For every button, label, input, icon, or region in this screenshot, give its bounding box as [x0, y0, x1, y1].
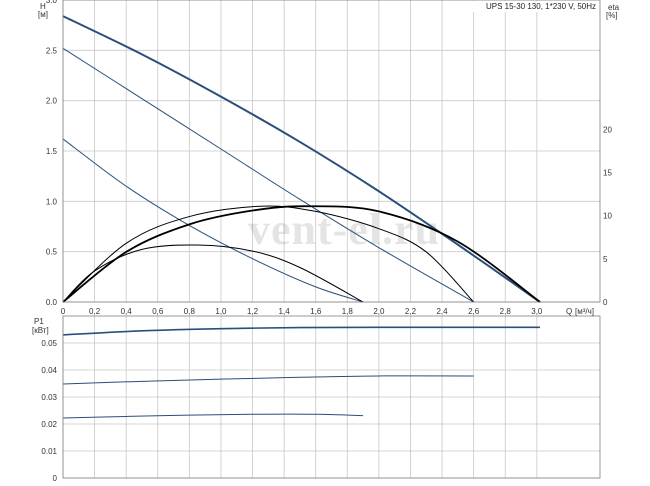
- x-tick-label: 1,0: [215, 307, 227, 316]
- x-tick-label: 1,2: [247, 307, 259, 316]
- y-tick-label-eta: 5: [603, 255, 608, 264]
- head-curve-2: [62, 47, 474, 303]
- y-axis-unit-p1: [кВт]: [32, 326, 49, 335]
- y-tick-label-p1: 0.03: [41, 393, 57, 402]
- power-curve-1: [62, 326, 540, 336]
- y-tick-label-h: 0.0: [46, 298, 58, 307]
- y-tick-label-p1: 0: [53, 474, 58, 483]
- head-and-efficiency-curves: [62, 15, 541, 303]
- chart-title: UPS 15-30 130, 1*230 V, 50Hz: [486, 2, 596, 11]
- y-tick-label-p1: 0.05: [41, 339, 57, 348]
- y-tick-label-p1: 0.02: [41, 420, 57, 429]
- y-tick-label-h: 0.5: [46, 248, 58, 257]
- x-tick-label: 1,8: [342, 307, 354, 316]
- y-tick-label-h: 1.0: [46, 197, 58, 206]
- y-tick-label-h: 2.0: [46, 97, 58, 106]
- head-curve-1: [62, 15, 541, 303]
- x-tick-label: 2,4: [436, 307, 448, 316]
- y-axis-unit-eta: [%]: [606, 11, 618, 20]
- y-tick-label-eta: 20: [603, 125, 612, 134]
- x-axis-label-q: Q: [566, 307, 572, 316]
- x-tick-label: 2,2: [405, 307, 417, 316]
- upper-grid: [62, 0, 600, 303]
- y-axis-label-p1: P1: [34, 317, 44, 326]
- x-tick-label: 2,6: [468, 307, 480, 316]
- y-tick-label-eta: 0: [603, 298, 608, 307]
- x-tick-label: 0: [61, 307, 66, 316]
- x-tick-label: 1,6: [310, 307, 322, 316]
- y-tick-label-h: 3.0: [46, 0, 58, 5]
- power-curves: [62, 326, 540, 419]
- y-tick-label-h: 2.5: [46, 46, 58, 55]
- power-curve-2: [62, 375, 474, 385]
- y-axis-unit-h: [м]: [38, 10, 48, 19]
- y-tick-label-eta: 15: [603, 169, 612, 178]
- x-tick-label: 2,8: [500, 307, 512, 316]
- pump-performance-chart: vent-el.ru UPS 15-30 130, 1*230 V, 50Hz …: [32, 0, 620, 483]
- y-tick-label-p1: 0.04: [41, 366, 57, 375]
- x-tick-label: 2,0: [373, 307, 385, 316]
- power-curve-3: [62, 413, 364, 419]
- x-tick-label: 0,4: [121, 307, 133, 316]
- y-tick-label-h: 1.5: [46, 147, 58, 156]
- x-tick-label: 3,0: [531, 307, 543, 316]
- x-axis-unit-q: [м³/ч]: [575, 307, 594, 316]
- lower-grid: [62, 316, 600, 479]
- y-tick-label-eta: 10: [603, 212, 612, 221]
- x-tick-label: 0,8: [184, 307, 196, 316]
- x-tick-label: 0,2: [89, 307, 101, 316]
- x-tick-label: 1,4: [279, 307, 291, 316]
- x-tick-label: 0,6: [152, 307, 164, 316]
- y-tick-label-p1: 0.01: [41, 447, 57, 456]
